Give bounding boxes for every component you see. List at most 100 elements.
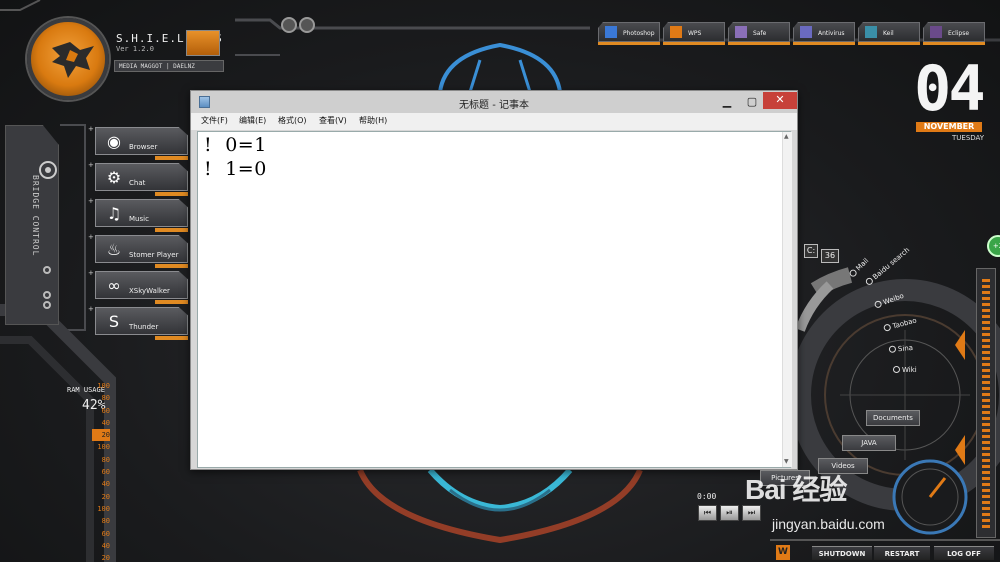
w-icon[interactable]: W xyxy=(776,545,790,560)
bridge-dot[interactable] xyxy=(43,291,51,299)
chrome-icon: ◉ xyxy=(107,132,121,151)
launcher-item-0[interactable]: ◉ Browser xyxy=(95,127,188,155)
vertical-gauge xyxy=(976,268,996,538)
ram-tick: 20 xyxy=(101,554,110,562)
previous-icon: ⏮ xyxy=(703,508,712,517)
previous-button[interactable]: ⏮ xyxy=(698,505,717,521)
drive-letter[interactable]: C: xyxy=(804,244,818,258)
link-dot-icon xyxy=(888,345,897,353)
shield-logo[interactable] xyxy=(27,18,109,100)
launcher-item-bar xyxy=(155,336,188,340)
skype-icon: S xyxy=(108,312,120,331)
expand-plus-icon: + xyxy=(88,269,94,277)
dock-item-label: Eclipse xyxy=(948,30,970,37)
vertical-scrollbar[interactable]: ▲ ▼ xyxy=(782,132,792,467)
ram-tick: 80 xyxy=(101,517,110,526)
notepad-title-bar[interactable]: 无标题 - 记事本 ▁ ▢ ✕ xyxy=(191,91,797,113)
drive-count: 36 xyxy=(821,249,839,263)
documents-chip[interactable]: Documents xyxy=(866,410,920,426)
os-logo-panel: S.H.I.E.L.D OS Ver 1.2.0 MEDIA MAGGOT | … xyxy=(0,0,235,100)
close-button[interactable]: ✕ xyxy=(763,92,797,109)
ram-tick: 20 xyxy=(101,492,110,501)
clock-weekday: TUESDAY xyxy=(952,134,985,142)
ram-tick: 80 xyxy=(101,455,110,464)
notepad-text-area[interactable]: ! 0=1 ! 1=0 ▲ ▼ xyxy=(197,131,792,468)
link-dot-icon xyxy=(882,323,892,332)
next-icon: ⏭ xyxy=(747,508,756,517)
launcher-item-bar xyxy=(155,192,188,196)
dock-item-5[interactable]: Eclipse xyxy=(923,22,985,42)
launcher-item-2[interactable]: ♫ Music xyxy=(95,199,188,227)
bridge-dot[interactable] xyxy=(43,266,51,274)
minimize-button[interactable]: ▁ xyxy=(714,93,740,110)
steam-icon: ⚙ xyxy=(106,168,122,187)
infinity-icon: ∞ xyxy=(107,276,121,295)
media-time: 0:00 xyxy=(697,492,717,501)
radial-link-label: Wiki xyxy=(902,366,917,374)
settings-circle-button[interactable] xyxy=(281,17,297,33)
eclipse-icon xyxy=(930,26,942,38)
log-off-button[interactable]: LOG OFF xyxy=(934,546,994,560)
scroll-down-icon[interactable]: ▼ xyxy=(784,458,789,465)
restart-button[interactable]: RESTART xyxy=(874,546,930,560)
launcher-item-5[interactable]: S Thunder xyxy=(95,307,188,335)
shutdown-button[interactable]: SHUTDOWN xyxy=(812,546,872,560)
launcher-item-label: Chat xyxy=(129,179,146,187)
radial-link-5[interactable]: Wiki xyxy=(893,366,917,374)
notepad-title: 无标题 - 记事本 xyxy=(459,100,529,111)
ram-tick: 20 xyxy=(92,429,110,442)
bridge-dot[interactable] xyxy=(43,301,51,309)
music-note-icon: ♫ xyxy=(106,204,122,223)
menu-format[interactable]: 格式(O) xyxy=(278,115,307,126)
target-icon xyxy=(39,161,57,179)
crosshair-circle-button[interactable] xyxy=(299,17,315,33)
ram-usage-scale: 100 80 60 40 20 100 80 60 40 20 100 80 60 40 20 xyxy=(92,380,110,562)
menu-file[interactable]: 文件(F) xyxy=(201,115,228,126)
expand-plus-icon: + xyxy=(88,125,94,133)
java-chip[interactable]: JAVA xyxy=(842,435,896,451)
expand-plus-icon: + xyxy=(88,161,94,169)
menu-help[interactable]: 帮助(H) xyxy=(359,115,387,126)
notepad-menu-bar: 文件(F) 编辑(E) 格式(O) 查看(V) 帮助(H) xyxy=(191,113,797,130)
launcher-item-label: Music xyxy=(129,215,149,223)
dock-item-label: Keil xyxy=(883,30,894,37)
launcher-item-4[interactable]: ∞ XSkyWalker xyxy=(95,271,188,299)
fire-icon: ♨ xyxy=(106,240,122,259)
apple-button[interactable] xyxy=(186,30,220,56)
radial-link-label: Sina xyxy=(897,343,914,354)
dock-item-2[interactable]: Safe xyxy=(728,22,790,42)
dock-item-0[interactable]: Photoshop xyxy=(598,22,660,42)
antivirus-icon xyxy=(800,26,812,38)
dock-item-3[interactable]: Antivirus xyxy=(793,22,855,42)
dock-item-bar xyxy=(663,42,725,45)
safe-icon xyxy=(735,26,747,38)
ram-tick: 60 xyxy=(101,468,110,477)
maximize-button[interactable]: ▢ xyxy=(739,93,765,110)
launcher-item-label: Browser xyxy=(129,143,158,151)
dock-item-4[interactable]: Keil xyxy=(858,22,920,42)
text-line: ! 1=0 xyxy=(204,158,267,180)
ram-tick: 60 xyxy=(101,406,110,415)
launcher-item-3[interactable]: ♨ Stomer Player xyxy=(95,235,188,263)
scroll-up-icon[interactable]: ▲ xyxy=(784,133,789,140)
launcher-item-1[interactable]: ⚙ Chat xyxy=(95,163,188,191)
dock-item-bar xyxy=(728,42,790,45)
clock-day: 04 xyxy=(914,52,986,125)
notepad-window[interactable]: 无标题 - 记事本 ▁ ▢ ✕ 文件(F) 编辑(E) 格式(O) 查看(V) … xyxy=(190,90,798,470)
link-dot-icon xyxy=(873,299,883,309)
text-line: ! 0=1 xyxy=(204,134,267,156)
ram-tick: 100 xyxy=(97,504,110,513)
play-pause-button[interactable]: ⏯ xyxy=(720,505,739,521)
launcher-item-label: Stomer Player xyxy=(129,251,179,259)
dock-item-label: Antivirus xyxy=(818,30,845,37)
expand-plus-icon: + xyxy=(88,233,94,241)
menu-edit[interactable]: 编辑(E) xyxy=(239,115,266,126)
menu-view[interactable]: 查看(V) xyxy=(319,115,347,126)
os-credit: MEDIA MAGGOT | DAELNZ xyxy=(114,60,224,72)
launcher-item-label: XSkyWalker xyxy=(129,287,170,295)
dock-item-1[interactable]: WPS xyxy=(663,22,725,42)
shield-eagle-icon xyxy=(52,42,94,78)
ram-tick: 40 xyxy=(101,480,110,489)
launcher-item-bar xyxy=(155,156,188,160)
dock-item-bar xyxy=(598,42,660,45)
